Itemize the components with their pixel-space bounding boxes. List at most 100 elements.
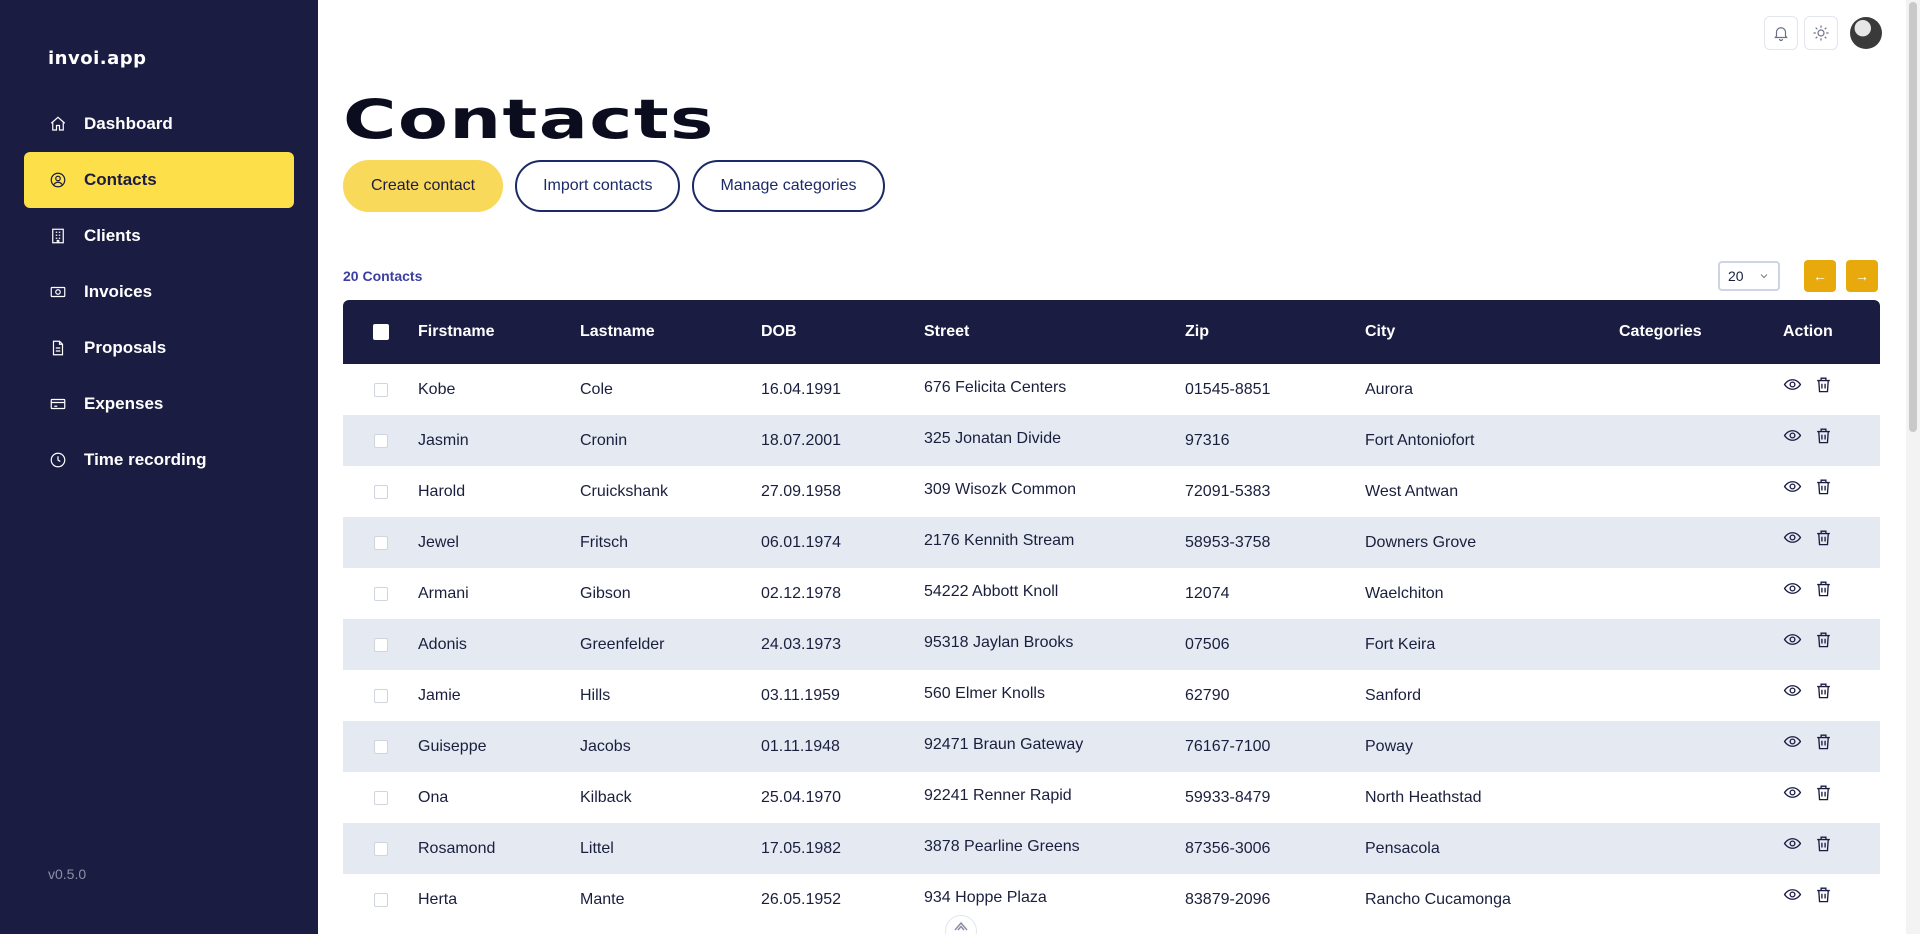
city-cell: Fort Antoniofort [1365, 431, 1475, 449]
view-icon[interactable] [1783, 732, 1802, 756]
row-checkbox[interactable] [373, 892, 388, 907]
scrollbar-thumb[interactable] [1909, 2, 1917, 432]
column-header[interactable]: Street [924, 323, 1185, 341]
sidebar-item-label: Clients [84, 226, 141, 245]
column-header[interactable]: Lastname [580, 323, 761, 341]
sidebar-item-time-recording[interactable]: Time recording [24, 432, 294, 488]
firstname-cell: Rosamond [418, 839, 496, 857]
select-all-checkbox[interactable] [372, 324, 389, 340]
sidebar-item-invoices[interactable]: Invoices [24, 264, 294, 320]
action-cell [1783, 477, 1879, 501]
street-cell: 676 Felicita Centers [924, 378, 1067, 396]
street-cell: 3878 Pearline Greens [924, 837, 1080, 855]
manage-categories-button[interactable]: Manage categories [692, 160, 885, 212]
firstname-cell: Herta [418, 890, 458, 908]
trash-icon[interactable] [1814, 885, 1833, 909]
zip-cell: 07506 [1185, 635, 1230, 653]
trash-icon[interactable] [1814, 783, 1833, 807]
row-checkbox[interactable] [373, 790, 388, 805]
row-checkbox[interactable] [373, 637, 388, 652]
view-icon[interactable] [1783, 630, 1802, 654]
per-page-value: 20 [1728, 268, 1744, 284]
trash-icon[interactable] [1814, 630, 1833, 654]
table-row[interactable]: Herta Mante 26.05.1952 934 Hoppe Plaza 83879… [343, 874, 1880, 925]
lastname-cell: Cole [580, 380, 613, 398]
app-logo[interactable]: invoi.app [48, 48, 147, 69]
sidebar-item-proposals[interactable]: Proposals [24, 320, 294, 376]
row-select-cell [343, 790, 418, 805]
trash-icon[interactable] [1814, 426, 1833, 450]
row-checkbox[interactable] [373, 739, 388, 754]
city-cell: West Antwan [1365, 482, 1459, 500]
row-checkbox[interactable] [373, 586, 388, 601]
table-row[interactable]: Kobe Cole 16.04.1991 676 Felicita Centers 01… [343, 364, 1880, 415]
view-icon[interactable] [1783, 783, 1802, 807]
column-header[interactable]: Zip [1185, 323, 1365, 341]
trash-icon[interactable] [1814, 834, 1833, 858]
column-header[interactable]: City [1365, 323, 1619, 341]
table-row[interactable]: Jamie Hills 03.11.1959 560 Elmer Knolls 6279… [343, 670, 1880, 721]
view-icon[interactable] [1783, 426, 1802, 450]
view-icon[interactable] [1783, 885, 1802, 909]
table-row[interactable]: Ona Kilback 25.04.1970 92241 Renner Rapid 59… [343, 772, 1880, 823]
view-icon[interactable] [1783, 528, 1802, 552]
next-page-button[interactable]: → [1846, 260, 1878, 292]
per-page-select[interactable]: 20 [1718, 261, 1780, 291]
view-icon[interactable] [1783, 579, 1802, 603]
sidebar-item-contacts[interactable]: Contacts [24, 152, 294, 208]
row-checkbox[interactable] [373, 484, 388, 499]
firstname-cell: Armani [418, 584, 469, 602]
city-cell: Waelchiton [1365, 584, 1444, 602]
trash-icon[interactable] [1814, 732, 1833, 756]
page-title: Contacts [343, 88, 715, 151]
lastname-cell: Cruickshank [580, 482, 669, 500]
sidebar-item-expenses[interactable]: Expenses [24, 376, 294, 432]
lastname-cell: Greenfelder [580, 635, 665, 653]
row-checkbox[interactable] [373, 841, 388, 856]
table-row[interactable]: Guiseppe Jacobs 01.11.1948 92471 Braun Gate… [343, 721, 1880, 772]
sidebar-item-clients[interactable]: Clients [24, 208, 294, 264]
trash-icon[interactable] [1814, 528, 1833, 552]
import-contacts-button[interactable]: Import contacts [515, 160, 681, 212]
trash-icon[interactable] [1814, 477, 1833, 501]
create-contact-button[interactable]: Create contact [343, 160, 504, 212]
chevron-up-icon [954, 921, 968, 931]
avatar[interactable] [1850, 17, 1882, 49]
column-header[interactable]: DOB [761, 323, 924, 341]
trash-icon[interactable] [1814, 579, 1833, 603]
table-row[interactable]: Armani Gibson 02.12.1978 54222 Abbott Knoll… [343, 568, 1880, 619]
firstname-cell: Adonis [418, 635, 467, 653]
notifications-button[interactable] [1764, 16, 1798, 50]
table-row[interactable]: Harold Cruickshank 27.09.1958 309 Wisozk Co… [343, 466, 1880, 517]
sun-icon [1813, 25, 1829, 41]
lastname-cell: Littel [580, 839, 614, 857]
row-checkbox[interactable] [373, 688, 388, 703]
row-checkbox[interactable] [373, 535, 388, 550]
trash-icon[interactable] [1814, 681, 1833, 705]
view-icon[interactable] [1783, 681, 1802, 705]
sidebar-item-label: Proposals [84, 338, 167, 357]
page-scrollbar[interactable] [1906, 0, 1920, 934]
view-icon[interactable] [1783, 375, 1802, 399]
sidebar: invoi.app Dashboard Contacts Clients Inv… [0, 0, 318, 934]
sidebar-item-dashboard[interactable]: Dashboard [24, 96, 294, 152]
theme-toggle-button[interactable] [1804, 16, 1838, 50]
table-row[interactable]: Rosamond Littel 17.05.1982 3878 Pearline Gr… [343, 823, 1880, 874]
dob-cell: 27.09.1958 [761, 482, 842, 500]
table-row[interactable]: Jewel Fritsch 06.01.1974 2176 Kennith Strea… [343, 517, 1880, 568]
lastname-cell: Jacobs [580, 737, 631, 755]
prev-page-button[interactable]: ← [1804, 260, 1836, 292]
table-row[interactable]: Adonis Greenfelder 24.03.1973 95318 Jaylan … [343, 619, 1880, 670]
view-icon[interactable] [1783, 477, 1802, 501]
lastname-cell: Mante [580, 890, 625, 908]
column-header[interactable]: Firstname [418, 323, 580, 341]
view-icon[interactable] [1783, 834, 1802, 858]
trash-icon[interactable] [1814, 375, 1833, 399]
row-checkbox[interactable] [373, 382, 388, 397]
action-cell [1783, 375, 1879, 399]
zip-cell: 59933-8479 [1185, 788, 1271, 806]
row-select-cell [343, 484, 418, 499]
row-checkbox[interactable] [373, 433, 388, 448]
firstname-cell: Jasmin [418, 431, 469, 449]
table-row[interactable]: Jasmin Cronin 18.07.2001 325 Jonatan Divide… [343, 415, 1880, 466]
